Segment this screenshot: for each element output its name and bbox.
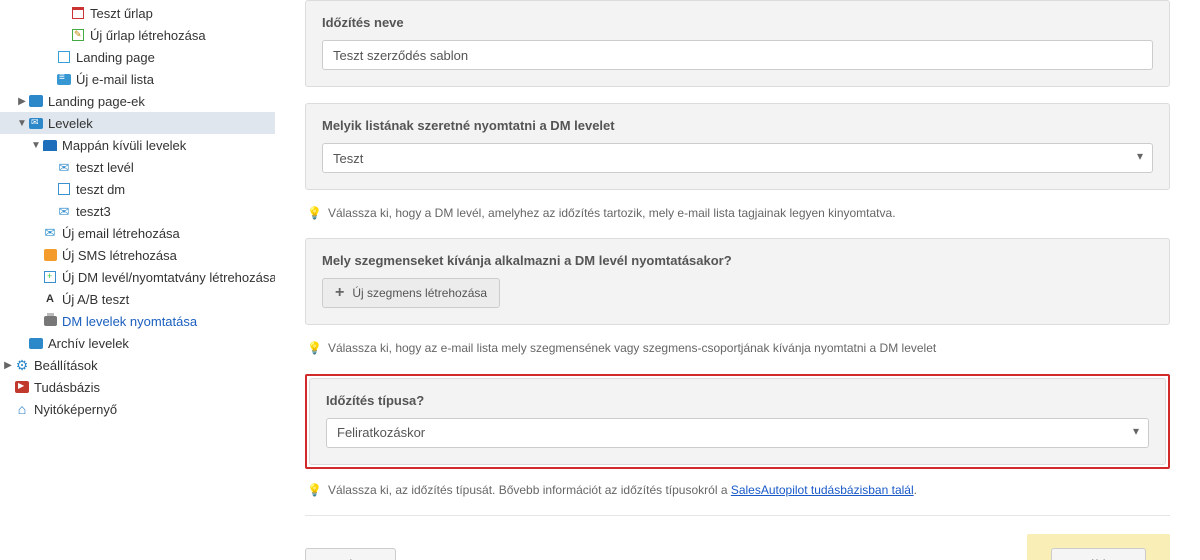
button-next[interactable]: Tovább →: [1051, 548, 1146, 560]
tree-label: Teszt űrlap: [90, 6, 153, 21]
expand-icon[interactable]: ▶: [16, 96, 28, 107]
sidebar: Teszt űrlap Új űrlap létrehozása Landing…: [0, 0, 275, 560]
tree-item-teszt-dm[interactable]: teszt dm: [0, 178, 275, 200]
select-schedule-type[interactable]: [326, 418, 1149, 448]
tree-label: Beállítások: [34, 358, 98, 373]
wizard-footer: ← Vissza Tovább →: [305, 515, 1170, 560]
button-label: Új szegmens létrehozása: [352, 286, 487, 300]
tree-item-teszt-level[interactable]: ✉ teszt levél: [0, 156, 275, 178]
bulb-icon: 💡: [307, 206, 322, 220]
mailbox-icon: [28, 115, 44, 131]
button-new-segment[interactable]: + Új szegmens létrehozása: [322, 278, 500, 308]
select-list[interactable]: [322, 143, 1153, 173]
bulb-icon: 💡: [307, 341, 322, 355]
tree-item-dm-nyomtatas[interactable]: DM levelek nyomtatása: [0, 310, 275, 332]
tree-item-uj-email[interactable]: ✉ Új email létrehozása: [0, 222, 275, 244]
tree-label: teszt dm: [76, 182, 125, 197]
hint-segments: 💡 Válassza ki, hogy az e-mail lista mely…: [307, 341, 1170, 355]
label-schedule-name: Időzítés neve: [322, 15, 1153, 30]
new-sms-icon: [42, 247, 58, 263]
tree-label: teszt levél: [76, 160, 134, 175]
panel-segments: Mely szegmenseket kívánja alkalmazni a D…: [305, 238, 1170, 325]
label-schedule-type: Időzítés típusa?: [326, 393, 1149, 408]
tree-label: Új e-mail lista: [76, 72, 154, 87]
tree-item-archiv[interactable]: Archív levelek: [0, 332, 275, 354]
tree-label: Új A/B teszt: [62, 292, 129, 307]
highlight-schedule-type: Időzítés típusa?: [305, 374, 1170, 469]
tree-label: teszt3: [76, 204, 111, 219]
hint-text-post: .: [914, 483, 917, 497]
tree-label: Új SMS létrehozása: [62, 248, 177, 263]
input-schedule-name[interactable]: [322, 40, 1153, 70]
kb-link[interactable]: SalesAutopilot tudásbázisban talál: [731, 483, 914, 497]
home-icon: ⌂: [14, 401, 30, 417]
form-icon: [70, 5, 86, 21]
tree-label: Landing page-ek: [48, 94, 145, 109]
plus-icon: +: [335, 284, 344, 302]
landing-icon: [28, 93, 44, 109]
list-icon: [56, 71, 72, 87]
tree-item-uj-ab[interactable]: A Új A/B teszt: [0, 288, 275, 310]
tree-label: Nyitóképernyő: [34, 402, 117, 417]
hint-list: 💡 Válassza ki, hogy a DM levél, amelyhez…: [307, 206, 1170, 220]
envelope-icon: ✉: [56, 159, 72, 175]
tree-item-teszt-urlap[interactable]: Teszt űrlap: [0, 2, 275, 24]
print-icon: [42, 313, 58, 329]
new-dm-icon: [42, 269, 58, 285]
tree-item-uj-sms[interactable]: Új SMS létrehozása: [0, 244, 275, 266]
tree-item-teszt3[interactable]: ✉ teszt3: [0, 200, 275, 222]
tree-label: Mappán kívüli levelek: [62, 138, 186, 153]
collapse-icon[interactable]: ▼: [30, 140, 42, 151]
ab-test-icon: A: [42, 291, 58, 307]
collapse-icon[interactable]: ▼: [16, 118, 28, 129]
gear-icon: ⚙: [14, 357, 30, 373]
new-email-icon: ✉: [42, 225, 58, 241]
tree-item-levelek[interactable]: ▼ Levelek: [0, 112, 275, 134]
hint-text-pre: Válassza ki, az időzítés típusát. Bővebb…: [328, 483, 731, 497]
new-form-icon: [70, 27, 86, 43]
tree-item-landing-page[interactable]: Landing page: [0, 46, 275, 68]
folder-icon: [42, 137, 58, 153]
tree-item-uj-dm[interactable]: Új DM levél/nyomtatvány létrehozása: [0, 266, 275, 288]
highlight-next: Tovább →: [1027, 534, 1170, 560]
envelope-icon: ✉: [56, 203, 72, 219]
hint-schedule-type: 💡 Válassza ki, az időzítés típusát. Bőve…: [307, 483, 1170, 497]
tree-item-tudasbazis[interactable]: Tudásbázis: [0, 376, 275, 398]
tree-label: Új DM levél/nyomtatvány létrehozása: [62, 270, 277, 285]
kb-icon: [14, 379, 30, 395]
dm-icon: [56, 181, 72, 197]
button-back[interactable]: ← Vissza: [305, 548, 396, 560]
tree-item-beallitasok[interactable]: ▶ ⚙ Beállítások: [0, 354, 275, 376]
tree-label: Tudásbázis: [34, 380, 100, 395]
tree-label: Archív levelek: [48, 336, 129, 351]
tree-label: Levelek: [48, 116, 93, 131]
page-icon: [56, 49, 72, 65]
tree-label: Új email létrehozása: [62, 226, 180, 241]
expand-icon[interactable]: ▶: [2, 360, 14, 371]
tree-item-uj-email-lista[interactable]: Új e-mail lista: [0, 68, 275, 90]
hint-text: Válassza ki, hogy az e-mail lista mely s…: [328, 341, 936, 355]
panel-schedule-name: Időzítés neve: [305, 0, 1170, 87]
tree-item-landing-pages[interactable]: ▶ Landing page-ek: [0, 90, 275, 112]
label-list-select: Melyik listának szeretné nyomtatni a DM …: [322, 118, 1153, 133]
hint-text: Válassza ki, hogy a DM levél, amelyhez a…: [328, 206, 896, 220]
panel-list-select: Melyik listának szeretné nyomtatni a DM …: [305, 103, 1170, 190]
tree-item-nyitokepernyo[interactable]: ⌂ Nyitóképernyő: [0, 398, 275, 420]
label-segments: Mely szegmenseket kívánja alkalmazni a D…: [322, 253, 1153, 268]
tree-label: DM levelek nyomtatása: [62, 314, 197, 329]
tree-item-uj-urlap[interactable]: Új űrlap létrehozása: [0, 24, 275, 46]
bulb-icon: 💡: [307, 483, 322, 497]
tree-label: Új űrlap létrehozása: [90, 28, 206, 43]
panel-schedule-type: Időzítés típusa?: [309, 378, 1166, 465]
tree-item-mappan-kivuli[interactable]: ▼ Mappán kívüli levelek: [0, 134, 275, 156]
main-content: Időzítés neve Melyik listának szeretné n…: [275, 0, 1200, 560]
tree-label: Landing page: [76, 50, 155, 65]
hint-text: Válassza ki, az időzítés típusát. Bővebb…: [328, 483, 917, 497]
archive-icon: [28, 335, 44, 351]
